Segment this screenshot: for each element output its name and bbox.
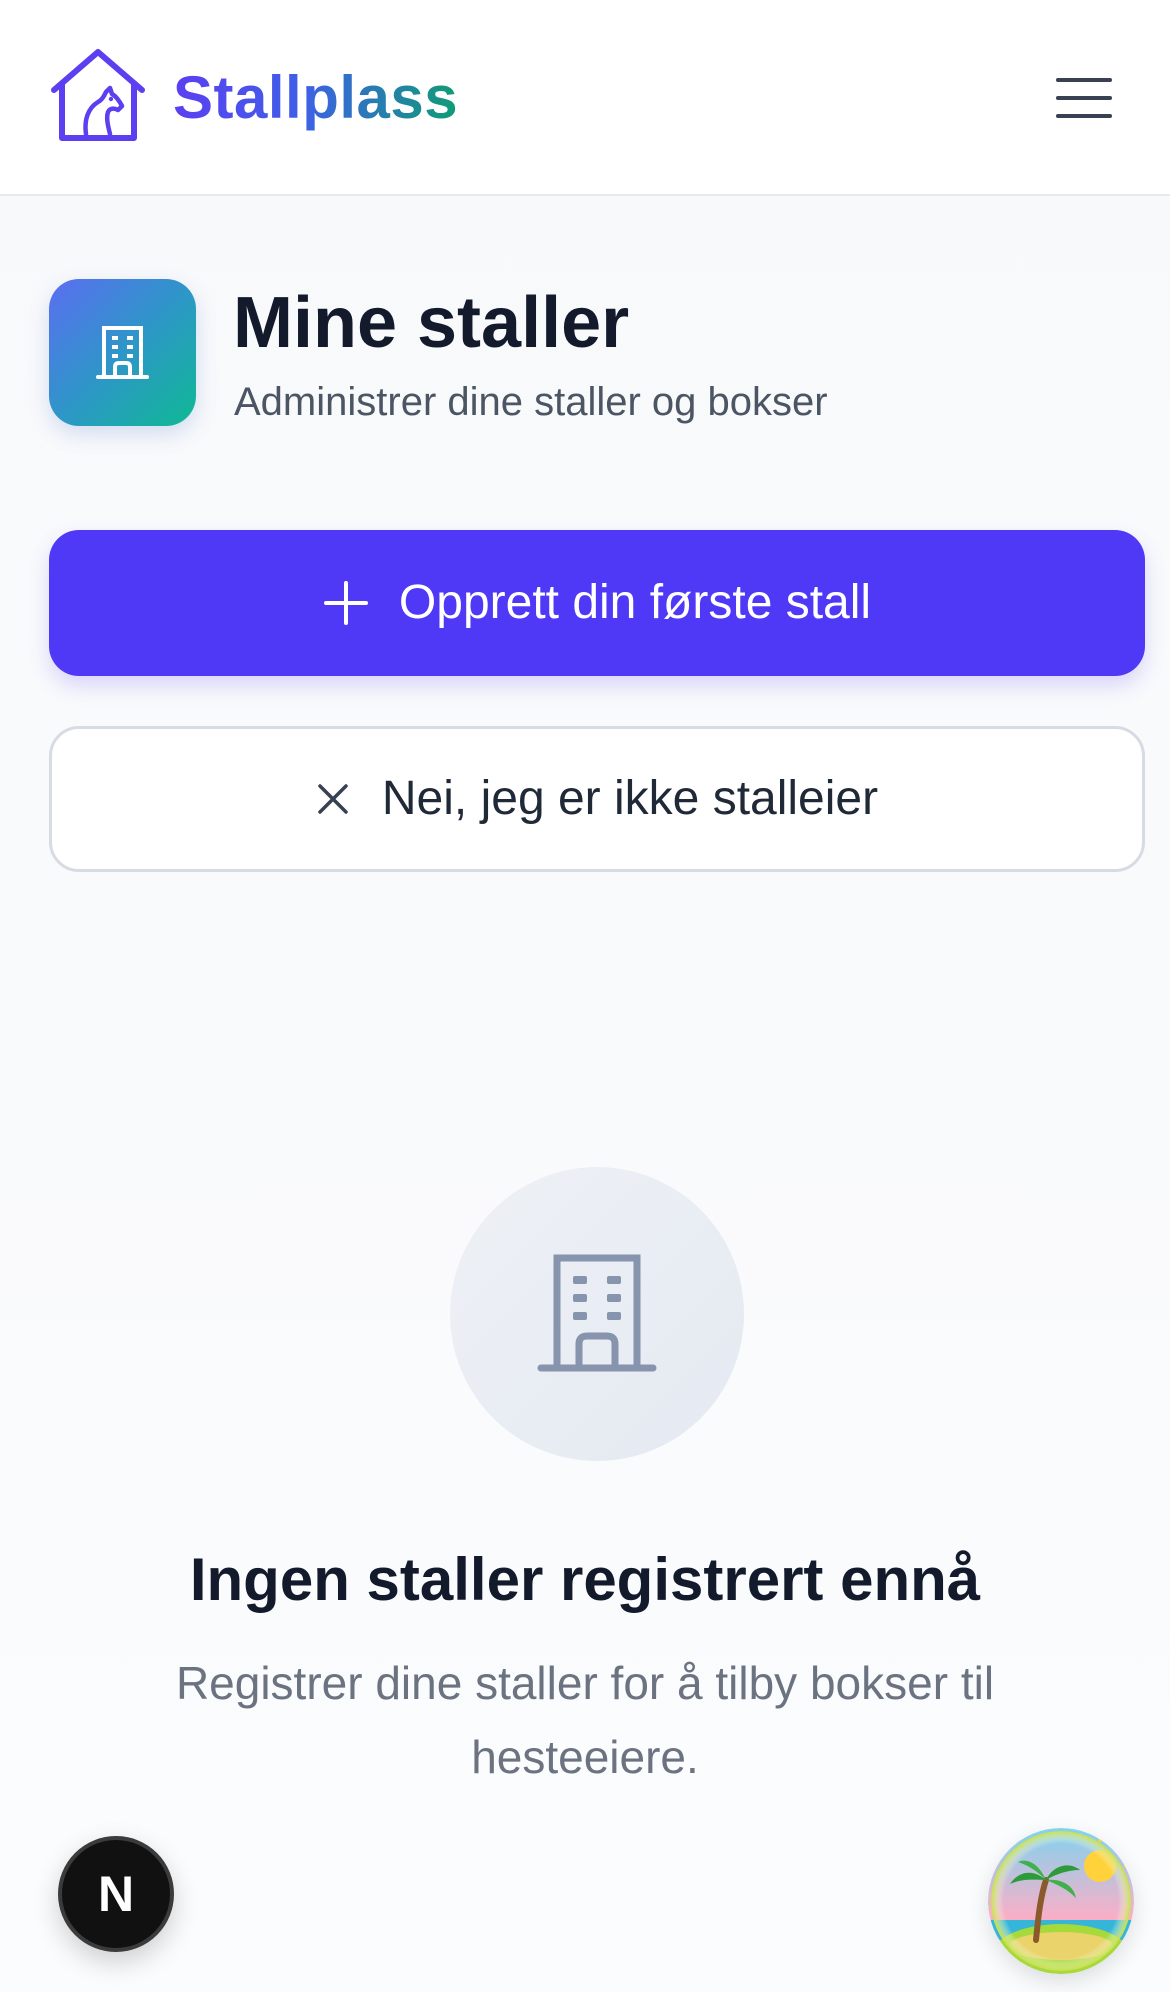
hamburger-menu-icon <box>1056 78 1112 82</box>
create-stable-label: Opprett din første stall <box>398 576 872 629</box>
beach-avatar-icon <box>988 1828 1134 1974</box>
page-subtitle: Administrer dine staller og bokser <box>234 380 828 424</box>
building-icon <box>537 1254 657 1372</box>
page-icon <box>49 279 196 426</box>
plus-icon <box>323 581 368 625</box>
empty-state-text: Registrer dine staller for å tilby bokse… <box>175 1657 995 1783</box>
user-avatar[interactable] <box>988 1828 1134 1974</box>
empty-state-illustration <box>450 1167 744 1461</box>
not-stable-owner-button[interactable]: Nei, jeg er ikke stalleier <box>49 726 1145 872</box>
dev-tools-letter: N <box>97 1866 135 1922</box>
hamburger-menu-icon-line <box>1056 96 1112 100</box>
dev-tools-badge[interactable]: N <box>58 1836 174 1952</box>
building-icon <box>96 326 149 379</box>
page-title: Mine staller <box>233 283 630 363</box>
hamburger-menu-icon-line <box>1056 114 1112 118</box>
empty-state-title: Ingen staller registrert ennå <box>189 1546 981 1613</box>
horse-house-icon[interactable] <box>48 46 148 146</box>
menu-button[interactable] <box>1048 70 1120 126</box>
not-stable-owner-label: Nei, jeg er ikke stalleier <box>381 772 879 825</box>
close-icon <box>318 784 348 814</box>
top-header: Stallplass <box>0 0 1170 196</box>
create-stable-button[interactable]: Opprett din første stall <box>49 530 1145 676</box>
brand-name[interactable]: Stallplass <box>173 58 458 138</box>
